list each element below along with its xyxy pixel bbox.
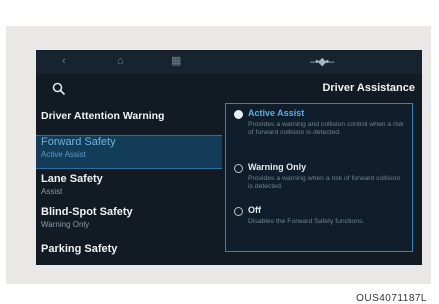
- menu-item-value: Assist: [41, 187, 63, 196]
- menu-item-title: Parking Safety: [41, 243, 118, 255]
- option-warning-only[interactable]: Warning Only Provides a warning when a r…: [226, 162, 412, 202]
- menu-item-title: Forward Safety: [41, 136, 116, 148]
- option-label: Active Assist: [248, 108, 305, 118]
- menu-item-parking-safety[interactable]: Parking Safety: [36, 243, 222, 263]
- menu-item-value: Active Assist: [41, 150, 86, 159]
- status-bar: ‹ ⌂ ▦ –•◆•–: [36, 50, 422, 74]
- back-arrow-icon[interactable]: ‹: [62, 53, 66, 69]
- option-description: Provides a warning when a risk of forwar…: [248, 175, 401, 190]
- infotainment-screen: ‹ ⌂ ▦ –•◆•– Driver Attention Warning For…: [36, 50, 422, 265]
- option-label: Off: [248, 205, 261, 215]
- radio-group: Active Assist Provides a warning and col…: [225, 103, 413, 252]
- option-description: Provides a warning and collision control…: [248, 121, 404, 136]
- connection-icon: –•◆•–: [310, 56, 334, 68]
- radio-button-checked[interactable]: [234, 110, 243, 119]
- pane-title: Driver Assistance: [322, 82, 415, 94]
- menu-item-title: Lane Safety: [41, 173, 103, 185]
- menu-item-blind-spot-safety[interactable]: Blind-Spot Safety Warning Only: [36, 206, 222, 234]
- home-icon[interactable]: ⌂: [117, 53, 124, 69]
- option-active-assist[interactable]: Active Assist Provides a warning and col…: [226, 108, 412, 160]
- option-label: Warning Only: [248, 162, 307, 172]
- search-icon[interactable]: [52, 82, 66, 96]
- option-off[interactable]: Off Disables the Forward Safety function…: [226, 205, 412, 245]
- radio-button[interactable]: [234, 207, 243, 216]
- option-description: Disables the Forward Safety functions.: [248, 218, 365, 225]
- menu-item-value: Warning Only: [41, 220, 90, 229]
- menu-item-forward-safety[interactable]: Forward Safety Active Assist: [36, 135, 222, 169]
- settings-menu: Driver Attention Warning Forward Safety …: [36, 74, 222, 265]
- detail-pane: Driver Assistance Active Assist Provides…: [225, 74, 422, 265]
- menu-item-lane-safety[interactable]: Lane Safety Assist: [36, 173, 222, 201]
- figure-code: OUS4071187L: [356, 293, 427, 304]
- grid-menu-icon[interactable]: ▦: [171, 53, 181, 69]
- menu-item-title: Blind-Spot Safety: [41, 206, 133, 218]
- menu-heading[interactable]: Driver Attention Warning: [41, 110, 164, 122]
- radio-button[interactable]: [234, 164, 243, 173]
